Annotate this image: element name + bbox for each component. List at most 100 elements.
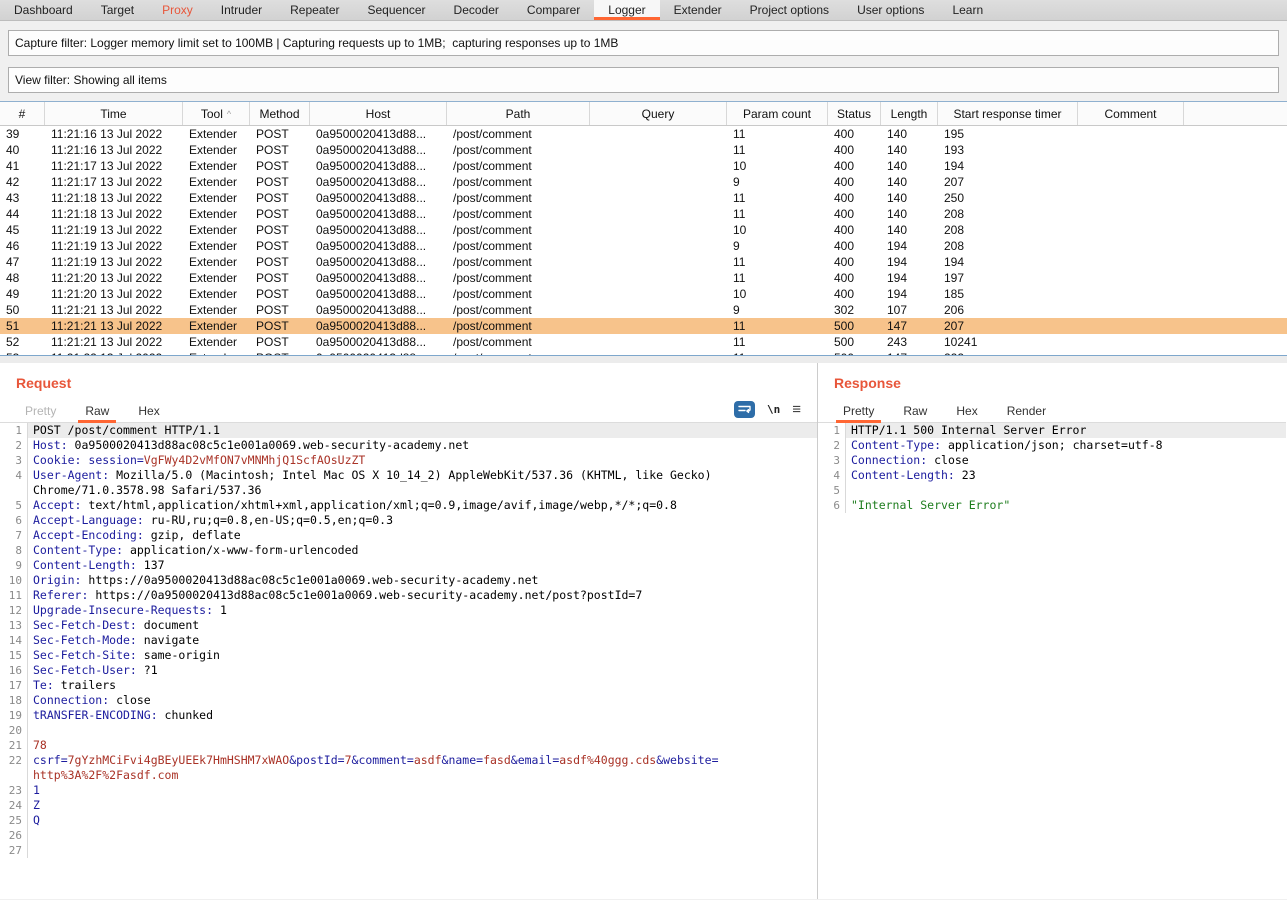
table-row-39[interactable]: 3911:21:16 13 Jul 2022ExtenderPOST0a9500… xyxy=(0,126,1287,142)
table-row-40[interactable]: 4011:21:16 13 Jul 2022ExtenderPOST0a9500… xyxy=(0,142,1287,158)
cell-length: 194 xyxy=(881,254,938,270)
capture-filter-bar[interactable]: Capture filter: Logger memory limit set … xyxy=(8,30,1279,56)
table-row-47[interactable]: 4711:21:19 13 Jul 2022ExtenderPOST0a9500… xyxy=(0,254,1287,270)
request-tab-raw[interactable]: Raw xyxy=(80,400,114,422)
column-header--[interactable]: # xyxy=(0,102,45,125)
table-row-43[interactable]: 4311:21:18 13 Jul 2022ExtenderPOST0a9500… xyxy=(0,190,1287,206)
newline-icon[interactable]: \n xyxy=(767,403,780,416)
response-tab-pretty[interactable]: Pretty xyxy=(838,400,879,422)
code-line: 4User-Agent: Mozilla/5.0 (Macintosh; Int… xyxy=(0,468,817,483)
request-tab-pretty[interactable]: Pretty xyxy=(20,400,61,422)
line-text: POST /post/comment HTTP/1.1 xyxy=(28,423,817,438)
code-line: 22csrf=7gYzhMCiFvi4gBEyUEEk7HmHSHM7xWAO&… xyxy=(0,753,817,768)
tab-learn[interactable]: Learn xyxy=(938,0,997,20)
horizontal-splitter[interactable] xyxy=(0,356,1287,363)
cell-tool: Extender xyxy=(183,222,250,238)
response-pretty-content[interactable]: 1HTTP/1.1 500 Internal Server Error2Cont… xyxy=(818,423,1286,513)
column-header-host[interactable]: Host xyxy=(310,102,447,125)
cell-param-count: 11 xyxy=(727,206,828,222)
cell-comment xyxy=(1078,206,1184,222)
tab-decoder[interactable]: Decoder xyxy=(440,0,513,20)
cell-tool: Extender xyxy=(183,254,250,270)
cell-path: /post/comment xyxy=(447,126,590,142)
column-header-tool[interactable]: Tool^ xyxy=(183,102,250,125)
cell-query xyxy=(590,286,727,302)
main-tab-bar: DashboardTargetProxyIntruderRepeaterSequ… xyxy=(0,0,1287,21)
tab-repeater[interactable]: Repeater xyxy=(276,0,353,20)
column-header-path[interactable]: Path xyxy=(447,102,590,125)
cell-status: 400 xyxy=(828,126,881,142)
table-row-49[interactable]: 4911:21:20 13 Jul 2022ExtenderPOST0a9500… xyxy=(0,286,1287,302)
cell-host: 0a9500020413d88... xyxy=(310,350,447,356)
tab-comparer[interactable]: Comparer xyxy=(513,0,594,20)
column-header-length[interactable]: Length xyxy=(881,102,938,125)
cell-param-count: 11 xyxy=(727,318,828,334)
code-line: 6"Internal Server Error" xyxy=(818,498,1286,513)
line-number xyxy=(0,768,28,783)
tab-sequencer[interactable]: Sequencer xyxy=(354,0,440,20)
cell-param-count: 9 xyxy=(727,174,828,190)
table-row-53[interactable]: 5311:21:22 13 Jul 2022ExtenderPOST0a9500… xyxy=(0,350,1287,356)
cell-tool: Extender xyxy=(183,270,250,286)
tab-intruder[interactable]: Intruder xyxy=(207,0,276,20)
cell-method: POST xyxy=(250,142,310,158)
cell-param-count: 9 xyxy=(727,302,828,318)
table-row-51[interactable]: 5111:21:21 13 Jul 2022ExtenderPOST0a9500… xyxy=(0,318,1287,334)
tab-logger[interactable]: Logger xyxy=(594,0,659,20)
cell-tool: Extender xyxy=(183,334,250,350)
cell-method: POST xyxy=(250,350,310,356)
code-line: 3Connection: close xyxy=(818,453,1286,468)
cell-id: 42 xyxy=(0,174,45,190)
cell-status: 400 xyxy=(828,142,881,158)
request-raw-content[interactable]: 1POST /post/comment HTTP/1.12Host: 0a950… xyxy=(0,423,817,858)
editor-menu-icon[interactable]: ≡ xyxy=(792,402,801,417)
word-wrap-toggle-icon[interactable] xyxy=(734,401,755,418)
cell-query xyxy=(590,206,727,222)
table-row-45[interactable]: 4511:21:19 13 Jul 2022ExtenderPOST0a9500… xyxy=(0,222,1287,238)
table-row-48[interactable]: 4811:21:20 13 Jul 2022ExtenderPOST0a9500… xyxy=(0,270,1287,286)
tab-extender[interactable]: Extender xyxy=(660,0,736,20)
table-row-50[interactable]: 5011:21:21 13 Jul 2022ExtenderPOST0a9500… xyxy=(0,302,1287,318)
cell-timer: 195 xyxy=(938,126,1078,142)
column-header-param-count[interactable]: Param count xyxy=(727,102,828,125)
column-header-status[interactable]: Status xyxy=(828,102,881,125)
column-header-time[interactable]: Time xyxy=(45,102,183,125)
cell-path: /post/comment xyxy=(447,254,590,270)
cell-status: 400 xyxy=(828,286,881,302)
table-row-44[interactable]: 4411:21:18 13 Jul 2022ExtenderPOST0a9500… xyxy=(0,206,1287,222)
column-header-start-response-timer[interactable]: Start response timer xyxy=(938,102,1078,125)
response-tab-render[interactable]: Render xyxy=(1002,400,1051,422)
response-tab-hex[interactable]: Hex xyxy=(951,400,982,422)
cell-length: 107 xyxy=(881,302,938,318)
cell-host: 0a9500020413d88... xyxy=(310,206,447,222)
tab-proxy[interactable]: Proxy xyxy=(148,0,207,20)
tab-dashboard[interactable]: Dashboard xyxy=(0,0,87,20)
tab-user-options[interactable]: User options xyxy=(843,0,938,20)
column-header-query[interactable]: Query xyxy=(590,102,727,125)
cell-query xyxy=(590,270,727,286)
cell-path: /post/comment xyxy=(447,206,590,222)
cell-path: /post/comment xyxy=(447,190,590,206)
table-row-46[interactable]: 4611:21:19 13 Jul 2022ExtenderPOST0a9500… xyxy=(0,238,1287,254)
table-row-42[interactable]: 4211:21:17 13 Jul 2022ExtenderPOST0a9500… xyxy=(0,174,1287,190)
column-header-method[interactable]: Method xyxy=(250,102,310,125)
code-line: 11Referer: https://0a9500020413d88ac08c5… xyxy=(0,588,817,603)
column-header-comment[interactable]: Comment xyxy=(1078,102,1184,125)
cell-comment xyxy=(1078,174,1184,190)
cell-path: /post/comment xyxy=(447,238,590,254)
cell-tool: Extender xyxy=(183,350,250,356)
view-filter-bar[interactable]: View filter: Showing all items xyxy=(8,67,1279,93)
line-number: 6 xyxy=(0,513,28,528)
cell-path: /post/comment xyxy=(447,334,590,350)
tab-project-options[interactable]: Project options xyxy=(736,0,843,20)
line-number: 2 xyxy=(0,438,28,453)
request-tab-hex[interactable]: Hex xyxy=(133,400,164,422)
table-row-52[interactable]: 5211:21:21 13 Jul 2022ExtenderPOST0a9500… xyxy=(0,334,1287,350)
tab-target[interactable]: Target xyxy=(87,0,148,20)
cell-id: 49 xyxy=(0,286,45,302)
response-tab-raw[interactable]: Raw xyxy=(898,400,932,422)
cell-id: 44 xyxy=(0,206,45,222)
code-line: http%3A%2F%2Fasdf.com xyxy=(0,768,817,783)
line-number: 9 xyxy=(0,558,28,573)
table-row-41[interactable]: 4111:21:17 13 Jul 2022ExtenderPOST0a9500… xyxy=(0,158,1287,174)
